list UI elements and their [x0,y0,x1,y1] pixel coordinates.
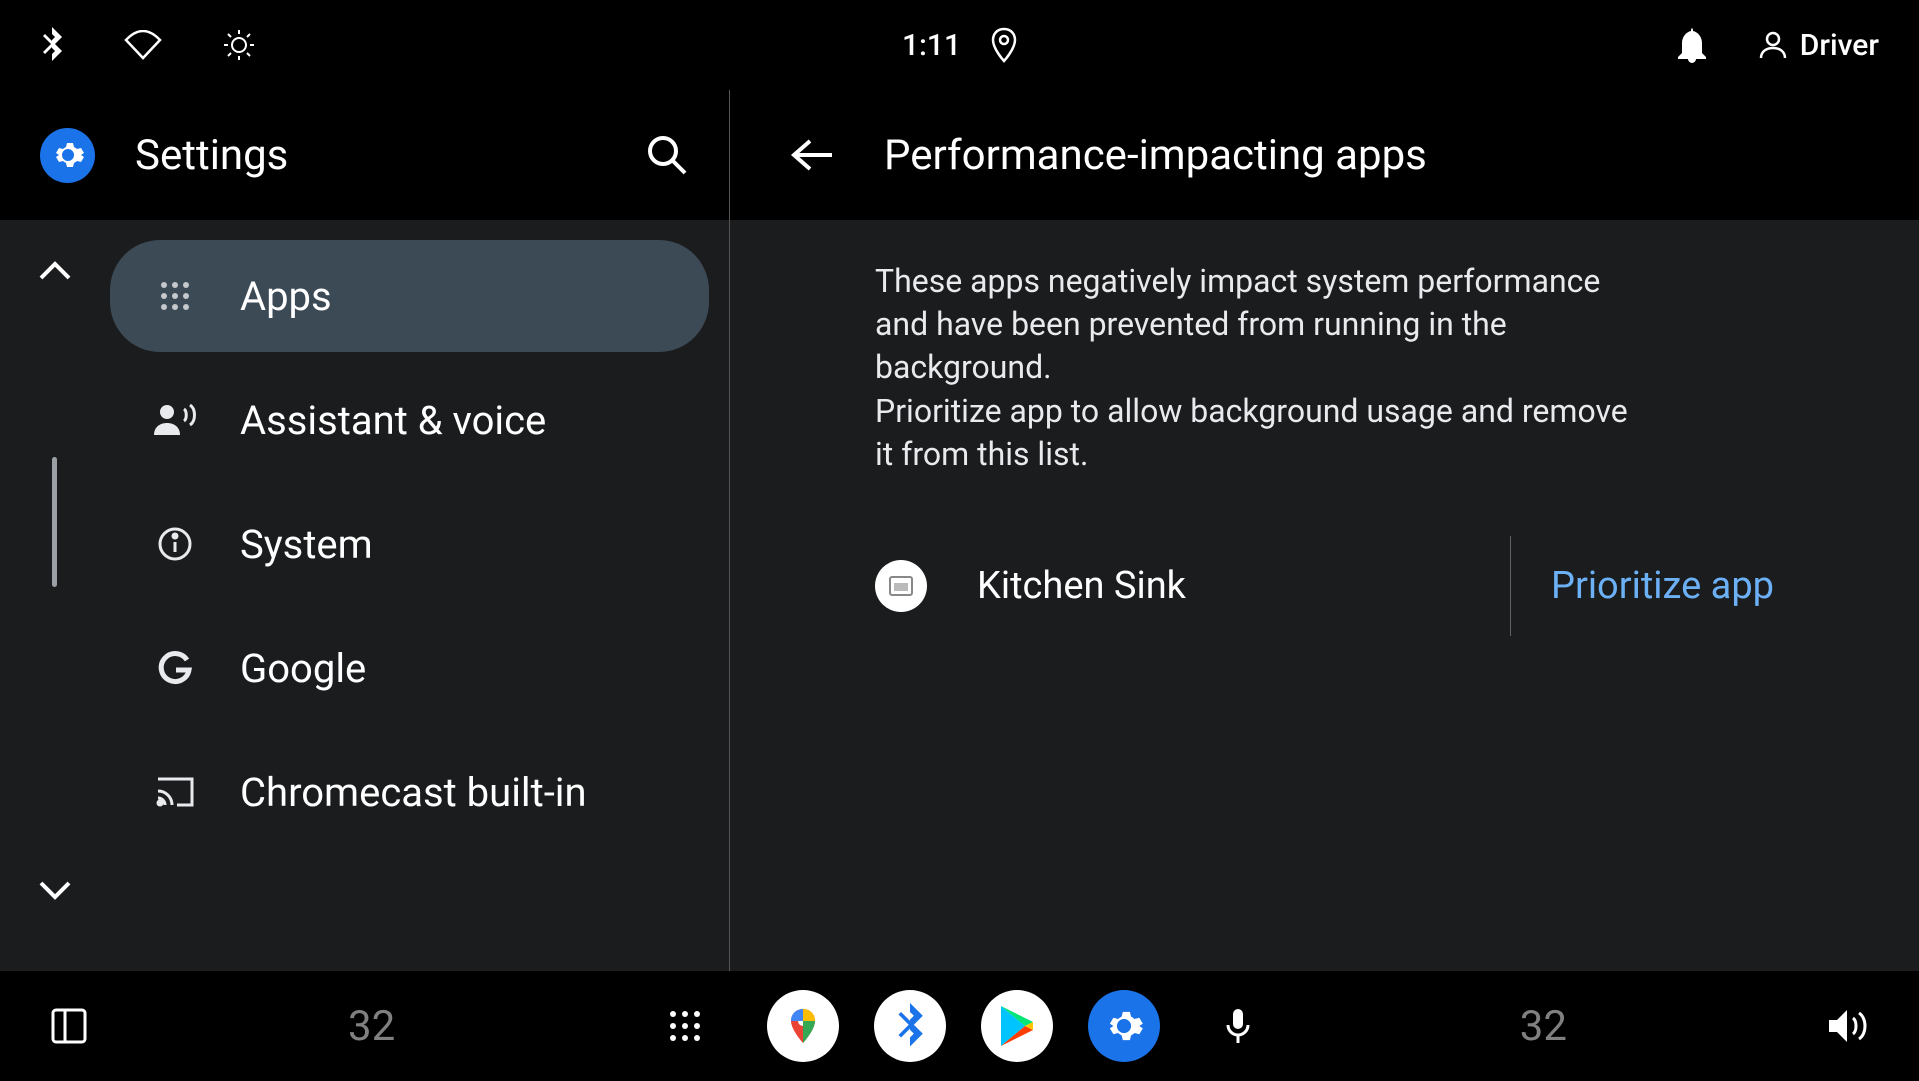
clock-time: 1:11 [902,28,961,63]
description-text: These apps negatively impact system perf… [875,240,1635,516]
play-store-app-icon[interactable] [981,990,1053,1062]
info-icon [150,526,200,562]
sidebar: Settings [0,90,730,971]
prioritize-app-button[interactable]: Prioritize app [1551,564,1774,608]
scroll-down-icon[interactable] [37,879,73,901]
sidebar-item-label: Google [240,645,366,692]
search-button[interactable] [645,133,689,177]
notification-bell-icon[interactable] [1676,27,1708,63]
sidebar-item-apps[interactable]: Apps [110,240,709,352]
bluetooth-app-icon[interactable] [874,990,946,1062]
app-grid-icon[interactable] [668,1009,702,1043]
sidebar-item-label: Assistant & voice [240,397,546,444]
temp-right[interactable]: 32 [1520,1002,1567,1051]
app-info-button[interactable]: Kitchen Sink [875,560,1470,612]
cast-icon [150,776,200,808]
sidebar-item-label: Apps [240,273,332,320]
mic-icon[interactable] [1225,1007,1251,1045]
bottom-bar: 32 32 [0,971,1919,1081]
content-pane: Performance-impacting apps These apps ne… [730,90,1919,971]
sidebar-item-system[interactable]: System [110,488,709,600]
sidebar-item-assistant[interactable]: Assistant & voice [110,364,709,476]
volume-icon[interactable] [1827,1008,1869,1044]
scroll-up-icon[interactable] [37,260,73,282]
sidebar-item-label: Chromecast built-in [240,769,587,816]
google-g-icon [150,650,200,686]
app-dock [668,990,1251,1062]
settings-app-icon [40,128,95,183]
layout-icon[interactable] [50,1007,88,1045]
brightness-icon[interactable] [222,28,256,62]
app-name: Kitchen Sink [977,564,1186,608]
user-label: Driver [1800,28,1879,63]
status-bar: 1:11 Driver [0,0,1919,90]
sidebar-item-chromecast[interactable]: Chromecast built-in [110,736,709,848]
sidebar-scrollbar[interactable] [52,457,57,587]
back-button[interactable] [790,137,834,173]
page-title: Performance-impacting apps [884,131,1427,180]
location-icon[interactable] [991,27,1017,63]
settings-app-dock-icon[interactable] [1088,990,1160,1062]
grid-icon [150,280,200,312]
app-row: Kitchen Sink Prioritize app [875,516,1774,656]
user-profile-button[interactable]: Driver [1758,28,1879,63]
sidebar-title: Settings [135,131,605,180]
wifi-icon[interactable] [124,30,162,60]
sidebar-item-google[interactable]: Google [110,612,709,724]
sidebar-item-label: System [240,521,373,568]
temp-left[interactable]: 32 [348,1002,395,1051]
divider [1510,536,1511,636]
kitchen-sink-app-icon [875,560,927,612]
maps-app-icon[interactable] [767,990,839,1062]
voice-person-icon [150,403,200,437]
bluetooth-icon[interactable] [40,27,64,63]
